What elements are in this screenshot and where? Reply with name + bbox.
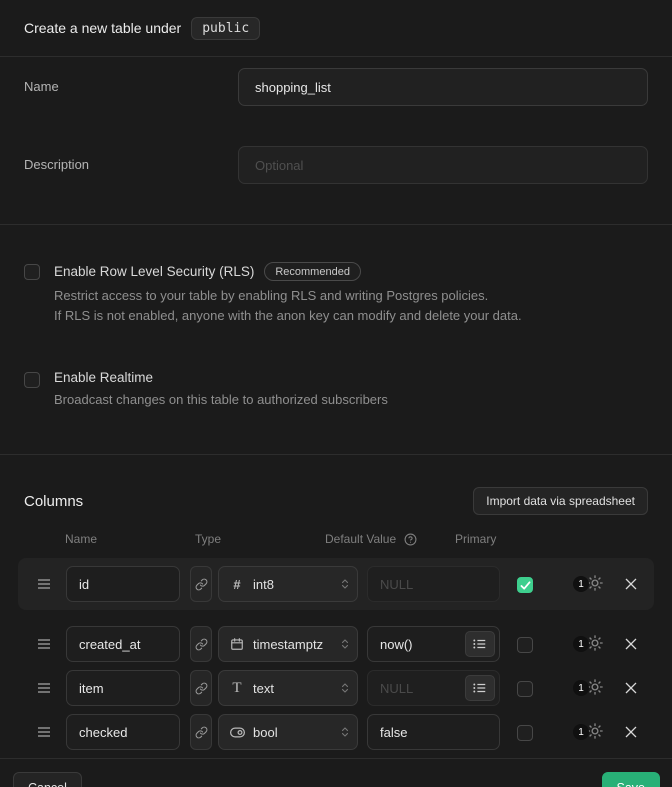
column-rows: # int8 1 <box>24 558 648 750</box>
name-field-row: Name <box>24 68 648 106</box>
chevron-updown-icon <box>339 577 351 591</box>
chevron-updown-icon <box>339 725 351 739</box>
realtime-description: Broadcast changes on this table to autho… <box>54 390 388 410</box>
settings-count-badge: 1 <box>573 724 589 740</box>
default-value-input[interactable] <box>380 577 495 592</box>
default-value-field <box>367 670 500 706</box>
header-name: Name <box>65 532 97 546</box>
drag-handle-icon[interactable] <box>37 578 51 590</box>
foreign-key-link-icon[interactable] <box>190 626 212 662</box>
default-value-field <box>367 566 500 602</box>
column-settings-button[interactable]: 1 <box>573 722 607 743</box>
column-name-input[interactable] <box>66 714 180 750</box>
rls-description-line2: If RLS is not enabled, anyone with the a… <box>54 306 522 326</box>
settings-count-badge: 1 <box>573 636 589 652</box>
column-type-select[interactable]: bool <box>218 714 358 750</box>
foreign-key-link-icon[interactable] <box>190 566 212 602</box>
text-type-icon: T <box>229 680 245 697</box>
column-name-input[interactable] <box>66 670 180 706</box>
foreign-key-link-icon[interactable] <box>190 670 212 706</box>
header-default-value: Default Value <box>325 532 396 546</box>
column-name-input[interactable] <box>66 626 180 662</box>
cancel-button[interactable]: Cancel <box>13 772 82 787</box>
column-row-id: # int8 1 <box>24 566 648 602</box>
calendar-icon <box>229 637 245 651</box>
import-spreadsheet-button[interactable]: Import data via spreadsheet <box>473 487 648 515</box>
default-value-input[interactable] <box>380 637 465 652</box>
toggles-section: Enable Row Level Security (RLS) Recommen… <box>0 225 672 455</box>
table-info-section: Name Description <box>0 57 672 225</box>
column-type-value: timestamptz <box>253 637 339 652</box>
chevron-updown-icon <box>339 637 351 651</box>
table-name-input[interactable] <box>238 68 648 106</box>
settings-count-badge: 1 <box>573 680 589 696</box>
column-settings-button[interactable]: 1 <box>573 634 607 655</box>
header-primary: Primary <box>455 532 496 546</box>
help-icon[interactable] <box>404 533 417 546</box>
table-description-input[interactable] <box>238 146 648 184</box>
column-row-card: # int8 1 <box>18 558 654 610</box>
hash-icon: # <box>229 577 245 592</box>
column-grid-headers: Name Type Default Value Primary <box>24 532 648 548</box>
rls-description-line1: Restrict access to your table by enablin… <box>54 286 522 306</box>
column-type-value: bool <box>253 725 339 740</box>
primary-checkbox[interactable] <box>517 637 533 653</box>
primary-checkbox[interactable] <box>517 577 533 593</box>
column-type-value: int8 <box>253 577 339 592</box>
remove-column-button[interactable] <box>622 723 640 741</box>
rls-checkbox[interactable] <box>24 264 40 280</box>
column-name-input[interactable] <box>66 566 180 602</box>
header-type: Type <box>195 532 221 546</box>
default-suggestions-icon[interactable] <box>465 675 495 701</box>
foreign-key-link-icon[interactable] <box>190 714 212 750</box>
description-label: Description <box>24 146 238 172</box>
column-type-select[interactable]: T text <box>218 670 358 706</box>
settings-count-badge: 1 <box>573 576 589 592</box>
description-field-row: Description <box>24 146 648 184</box>
column-row-created-at: timestamptz 1 <box>24 626 648 662</box>
name-label: Name <box>24 68 238 94</box>
default-value-input[interactable] <box>380 725 495 740</box>
realtime-toggle-block: Enable Realtime Broadcast changes on thi… <box>24 370 648 410</box>
schema-badge: public <box>191 17 260 40</box>
remove-column-button[interactable] <box>622 679 640 697</box>
chevron-updown-icon <box>339 681 351 695</box>
columns-section: Columns Import data via spreadsheet Name… <box>0 455 672 758</box>
columns-title: Columns <box>24 493 83 510</box>
default-value-input[interactable] <box>380 681 465 696</box>
realtime-label: Enable Realtime <box>54 370 153 385</box>
primary-checkbox[interactable] <box>517 725 533 741</box>
toggle-icon <box>229 727 245 738</box>
drag-handle-icon[interactable] <box>37 638 51 650</box>
drag-handle-icon[interactable] <box>37 726 51 738</box>
primary-checkbox[interactable] <box>517 681 533 697</box>
column-settings-button[interactable]: 1 <box>573 574 607 595</box>
default-suggestions-icon[interactable] <box>465 631 495 657</box>
panel-footer: Cancel Save <box>0 758 672 787</box>
recommended-badge: Recommended <box>264 262 361 281</box>
column-row-checked: bool 1 <box>24 714 648 750</box>
realtime-checkbox[interactable] <box>24 372 40 388</box>
drag-handle-icon[interactable] <box>37 682 51 694</box>
column-type-value: text <box>253 681 339 696</box>
column-settings-button[interactable]: 1 <box>573 678 607 699</box>
column-type-select[interactable]: timestamptz <box>218 626 358 662</box>
rls-label: Enable Row Level Security (RLS) <box>54 264 254 279</box>
panel-header: Create a new table under public <box>0 0 672 57</box>
rls-toggle-block: Enable Row Level Security (RLS) Recommen… <box>24 262 648 326</box>
column-row-item: T text 1 <box>24 670 648 706</box>
remove-column-button[interactable] <box>622 575 640 593</box>
save-button[interactable]: Save <box>602 772 661 787</box>
default-value-field <box>367 626 500 662</box>
remove-column-button[interactable] <box>622 635 640 653</box>
create-table-panel: Create a new table under public Name Des… <box>0 0 672 787</box>
panel-title: Create a new table under <box>24 20 181 36</box>
column-type-select[interactable]: # int8 <box>218 566 358 602</box>
default-value-field <box>367 714 500 750</box>
